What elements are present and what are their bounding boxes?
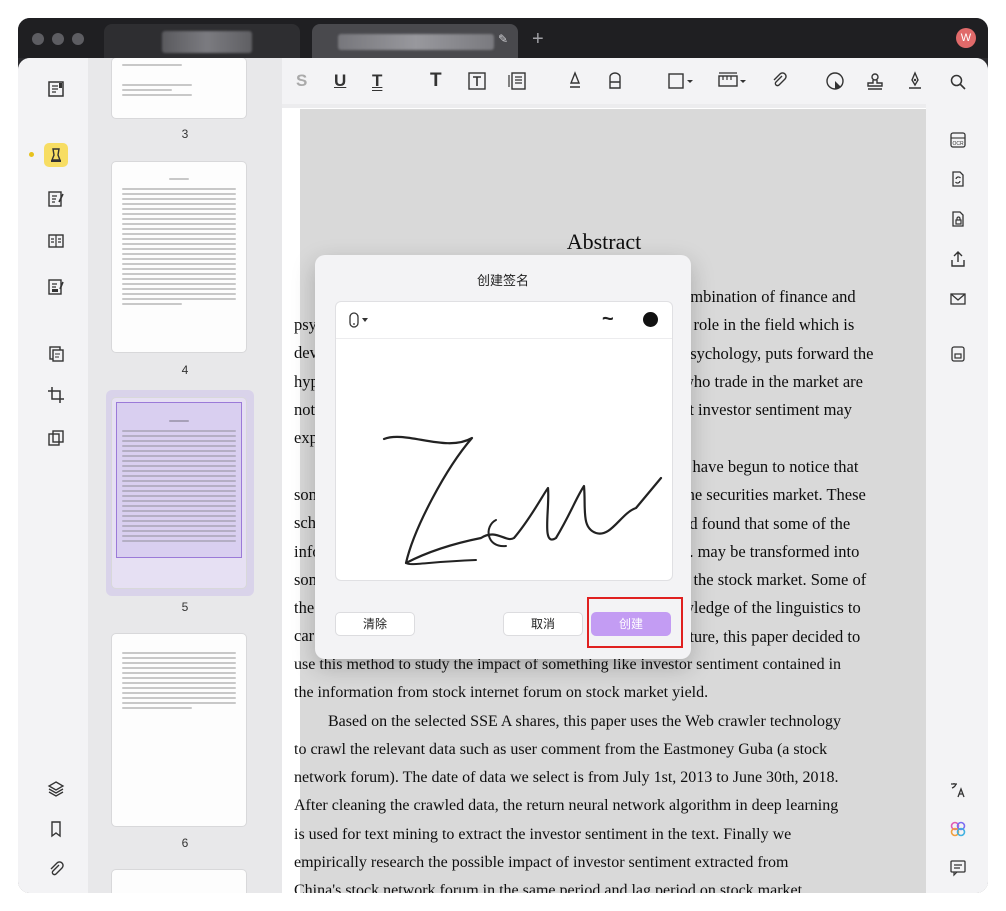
active-indicator-dot [29, 152, 34, 157]
thumbnail-page-number: 5 [181, 600, 189, 614]
dialog-title: 创建签名 [476, 273, 529, 288]
ocr-icon[interactable]: OCR [948, 130, 968, 150]
attachment-icon[interactable] [45, 858, 67, 880]
layers-icon[interactable] [45, 778, 67, 800]
right-toolbar: OCR [926, 58, 988, 893]
tab-1-title-redacted [162, 31, 252, 53]
reader-mode-icon[interactable] [45, 78, 67, 100]
organize-pages-icon[interactable] [45, 343, 67, 365]
underline-tool-icon[interactable]: U [334, 70, 346, 92]
thumbnail-page-4[interactable] [112, 162, 246, 352]
shape-tool-icon[interactable] [666, 70, 696, 92]
signature-canvas-box: ~ [335, 301, 673, 581]
user-avatar[interactable]: W [956, 28, 976, 48]
stamp-tool-icon[interactable] [864, 70, 886, 92]
combine-files-icon[interactable] [45, 427, 67, 449]
measure-tool-icon[interactable] [716, 70, 748, 92]
thumbnail-panel: 3 4 5 6 [88, 58, 282, 893]
bookmark-icon[interactable] [45, 818, 67, 840]
text-tool-icon[interactable]: T [430, 70, 442, 92]
stroke-width-icon[interactable]: ~ [602, 308, 614, 331]
comment-highlight-icon[interactable] [44, 143, 68, 167]
mail-icon[interactable] [948, 289, 968, 309]
crop-pages-icon[interactable] [45, 384, 67, 406]
fill-sign-icon[interactable] [45, 276, 67, 298]
ink-color-swatch[interactable] [643, 312, 658, 327]
mouse-icon [349, 312, 359, 328]
rename-pencil-icon[interactable]: ✎ [498, 32, 508, 46]
squiggly-tool-icon[interactable]: T [372, 70, 382, 92]
svg-text:OCR: OCR [952, 141, 964, 147]
sticker-tool-icon[interactable] [824, 70, 846, 92]
callout-tool-icon[interactable] [506, 70, 528, 92]
attach-file-tool-icon[interactable] [768, 70, 790, 92]
tab-1[interactable] [104, 24, 300, 58]
highlight-box [587, 597, 683, 648]
thumbnail-page-7[interactable] [112, 870, 246, 893]
share-icon[interactable] [948, 249, 968, 269]
pencil-tool-icon[interactable] [564, 70, 586, 92]
close-window-button[interactable] [32, 33, 44, 45]
signature-drawing[interactable] [336, 338, 672, 580]
thumbnail-page-number: 3 [181, 127, 189, 141]
edit-pdf-icon[interactable] [45, 188, 67, 210]
comments-list-icon[interactable] [948, 858, 968, 878]
minimize-window-button[interactable] [52, 33, 64, 45]
thumbnail-page-number: 4 [181, 363, 189, 377]
zoom-window-button[interactable] [72, 33, 84, 45]
ai-assistant-icon[interactable] [948, 819, 968, 839]
tab-2-title-redacted [338, 34, 494, 50]
text-box-tool-icon[interactable] [466, 70, 488, 92]
signature-tool-icon[interactable] [904, 70, 926, 92]
signature-tools-bar: ~ [336, 302, 672, 339]
translate-icon[interactable] [948, 780, 968, 800]
tab-2-active[interactable]: ✎ [312, 24, 518, 58]
left-toolbar [18, 58, 88, 893]
save-icon[interactable] [948, 344, 968, 364]
strikethrough-tool-icon[interactable]: S [296, 70, 307, 92]
thumbnail-page-5-selected[interactable] [112, 398, 246, 588]
annotation-toolbar: S U T T [282, 58, 926, 104]
chevron-down-icon [362, 318, 368, 322]
eraser-tool-icon[interactable] [604, 70, 626, 92]
cancel-button[interactable]: 取消 [503, 612, 583, 636]
clear-button[interactable]: 清除 [335, 612, 415, 636]
page-view-icon[interactable] [45, 230, 67, 252]
thumbnail-page-6[interactable] [112, 634, 246, 826]
protect-icon[interactable] [948, 209, 968, 229]
thumbnail-page-3[interactable] [112, 58, 246, 118]
input-device-selector[interactable] [348, 312, 370, 328]
new-tab-button[interactable]: + [532, 28, 544, 51]
thumbnail-page-number: 6 [181, 836, 189, 850]
title-bar: ✎ + W [18, 18, 988, 58]
search-icon[interactable] [948, 72, 968, 92]
convert-icon[interactable] [948, 169, 968, 189]
